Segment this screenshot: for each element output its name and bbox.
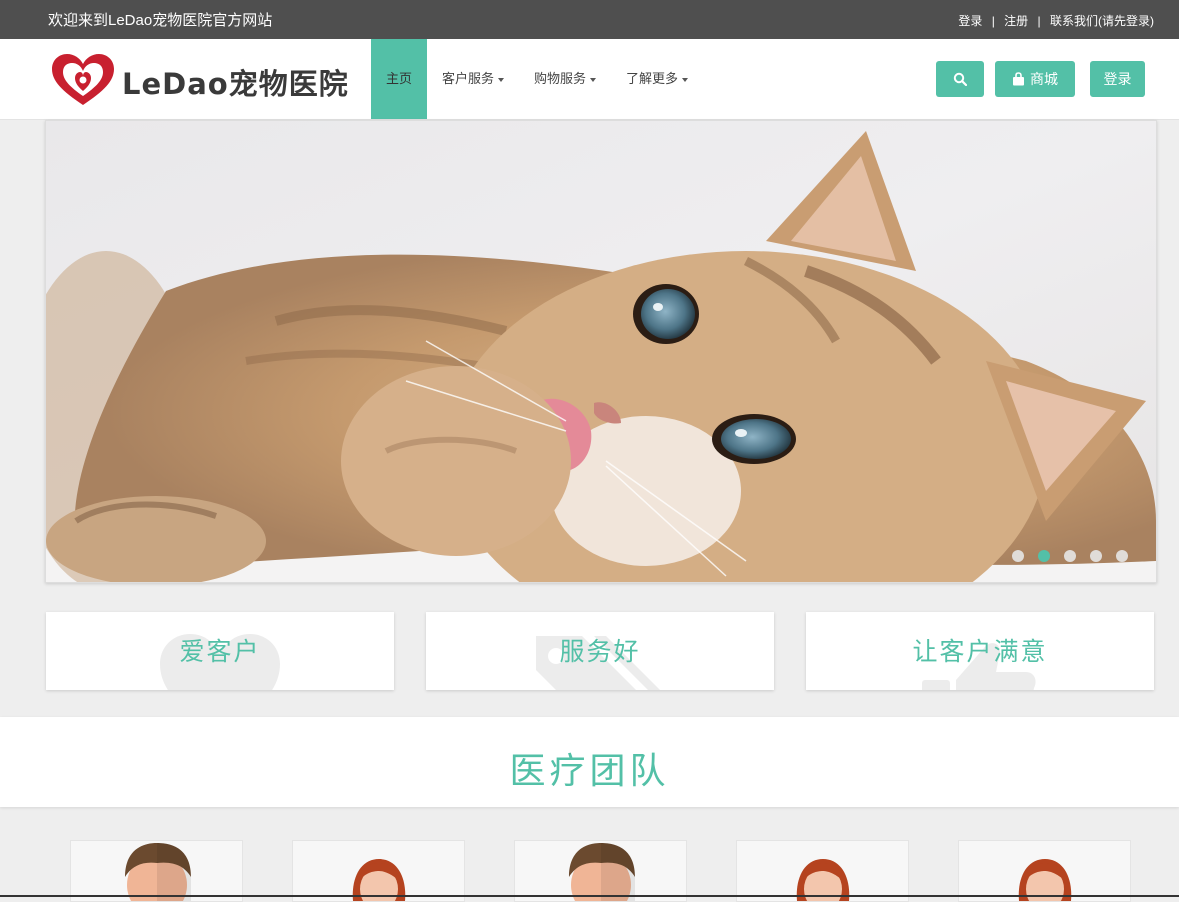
hero-carousel[interactable] [45, 120, 1157, 583]
kitten-hero-image [46, 121, 1156, 582]
feature-card-love-customers: 爱客户 [46, 612, 394, 690]
team-member-card[interactable] [514, 840, 687, 902]
search-icon [953, 72, 967, 86]
nav-learn-more[interactable]: 了解更多 [611, 39, 703, 119]
top-contact-link[interactable]: 联系我们(请先登录) [1050, 14, 1154, 28]
feature-title: 爱客户 [179, 638, 261, 666]
carousel-indicators [1012, 550, 1128, 562]
top-login-link[interactable]: 登录 [958, 14, 982, 28]
team-member-card[interactable] [70, 840, 243, 902]
nav-home[interactable]: 主页 [371, 39, 428, 119]
male-doctor-avatar [125, 843, 191, 901]
nav-learn-more-label: 了解更多 [626, 71, 679, 86]
nav-customer-service[interactable]: 客户服务 [427, 39, 519, 119]
carousel-dot[interactable] [1116, 550, 1128, 562]
caret-down-icon [682, 77, 689, 82]
feature-title: 让客户满意 [912, 638, 1048, 666]
shopping-bag-icon [1013, 72, 1024, 86]
nav-home-label: 主页 [386, 71, 413, 86]
shop-button[interactable]: 商城 [995, 61, 1075, 97]
team-title: 医疗团队 [509, 750, 670, 791]
top-bar: 欢迎来到LeDao宠物医院官方网站 登录 | 注册 | 联系我们(请先登录) [0, 0, 1179, 39]
female-doctor-avatar [1018, 859, 1072, 901]
main-navbar: LeDao宠物医院 主页 客户服务 购物服务 了解更多 商城 登录 [0, 39, 1179, 120]
search-button[interactable] [936, 61, 984, 97]
nav-shopping-service[interactable]: 购物服务 [519, 39, 611, 119]
male-doctor-avatar [569, 843, 635, 901]
login-button-label: 登录 [1103, 71, 1132, 87]
top-links: 登录 | 注册 | 联系我们(请先登录) [958, 12, 1154, 29]
carousel-dot[interactable] [1064, 550, 1076, 562]
female-doctor-avatar [352, 859, 406, 901]
feature-card-good-service: 服务好 [426, 612, 774, 690]
login-button[interactable]: 登录 [1090, 61, 1145, 97]
top-link-separator: | [1037, 14, 1041, 28]
caret-down-icon [590, 77, 597, 82]
carousel-dot-active[interactable] [1038, 550, 1050, 562]
top-register-link[interactable]: 注册 [1004, 14, 1028, 28]
nav-customer-service-label: 客户服务 [442, 71, 495, 86]
carousel-dot[interactable] [1012, 550, 1024, 562]
feature-title: 服务好 [559, 638, 641, 666]
top-link-separator: | [991, 14, 995, 28]
nav-shopping-service-label: 购物服务 [534, 71, 587, 86]
team-member-card[interactable] [958, 840, 1131, 902]
caret-down-icon [498, 77, 505, 82]
logo-heart-icon [52, 54, 114, 105]
team-section-header: 医疗团队 [0, 717, 1179, 807]
logo-text: LeDao宠物医院 [122, 67, 349, 101]
site-logo[interactable]: LeDao宠物医院 [50, 53, 350, 107]
shop-button-label: 商城 [1030, 71, 1058, 87]
main-nav: 主页 客户服务 购物服务 了解更多 [371, 39, 703, 119]
female-doctor-avatar [796, 859, 850, 901]
team-member-card[interactable] [736, 840, 909, 902]
carousel-dot[interactable] [1090, 550, 1102, 562]
team-member-card[interactable] [292, 840, 465, 902]
feature-card-satisfaction: 让客户满意 [806, 612, 1154, 690]
welcome-text: 欢迎来到LeDao宠物医院官方网站 [48, 12, 273, 29]
